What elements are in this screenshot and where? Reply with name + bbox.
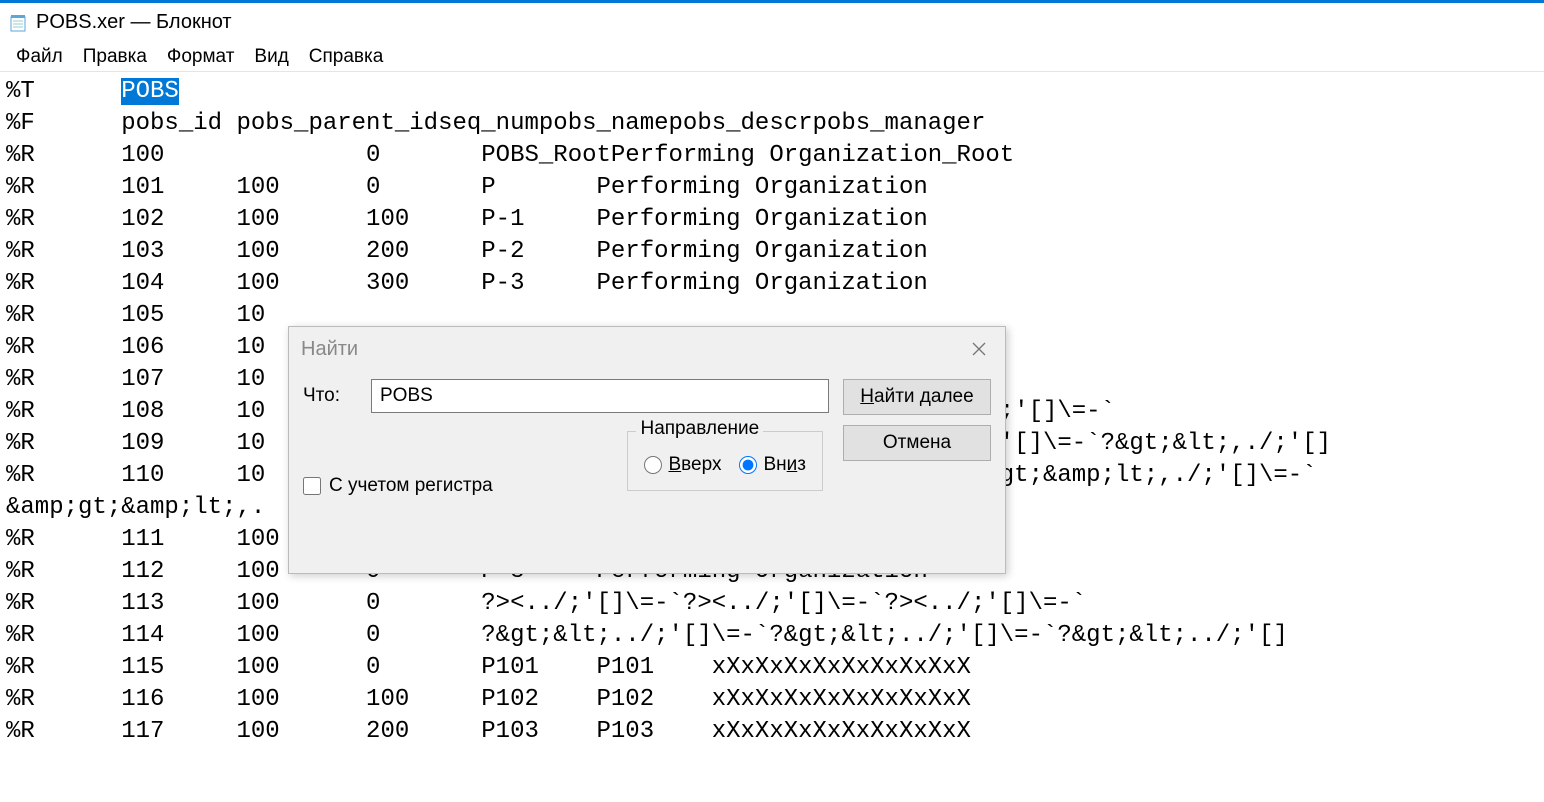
find-dir-down[interactable]: Вниз	[739, 454, 806, 476]
menu-help[interactable]: Справка	[299, 44, 394, 70]
menu-format[interactable]: Формат	[157, 44, 245, 70]
find-next-button[interactable]: Найти далее	[843, 379, 991, 415]
find-direction-label: Направление	[636, 418, 763, 440]
find-dialog-title: Найти	[301, 338, 358, 361]
menu-file[interactable]: Файл	[6, 44, 73, 70]
editor-line: %R 114 100 0 ?&gt;&lt;../;'[]\=-`?&gt;&l…	[6, 620, 1538, 652]
notepad-icon	[8, 13, 28, 33]
find-case-checkbox[interactable]: С учетом регистра	[303, 475, 493, 497]
titlebar: POBS.xer — Блокнот	[0, 0, 1544, 42]
editor-line: %R 117 100 200 P103 P103 xXxXxXxXxXxXxXx…	[6, 716, 1538, 748]
find-what-input[interactable]	[371, 379, 829, 413]
close-icon[interactable]	[965, 335, 993, 363]
find-direction-group: Направление Вверх Вниз	[627, 431, 823, 491]
find-dialog: Найти Что: С учетом регистра Направление	[288, 326, 1006, 574]
find-cancel-button[interactable]: Отмена	[843, 425, 991, 461]
menu-edit[interactable]: Правка	[73, 44, 157, 70]
editor-line: %R 116 100 100 P102 P102 xXxXxXxXxXxXxXx…	[6, 684, 1538, 716]
editor-line: %R 115 100 0 P101 P101 xXxXxXxXxXxXxXxXx…	[6, 652, 1538, 684]
find-dir-down-radio[interactable]	[739, 456, 757, 474]
editor-line: %F pobs_id pobs_parent_idseq_numpobs_nam…	[6, 108, 1538, 140]
find-dir-up[interactable]: Вверх	[644, 454, 721, 476]
editor-line: %R 113 100 0 ?><../;'[]\=-`?><../;'[]\=-…	[6, 588, 1538, 620]
selection: POBS	[121, 78, 179, 105]
find-dir-up-radio[interactable]	[644, 456, 662, 474]
menubar: Файл Правка Формат Вид Справка	[0, 42, 1544, 72]
editor-line: %R 101 100 0 P Performing Organization	[6, 172, 1538, 204]
editor-line: %R 102 100 100 P-1 Performing Organizati…	[6, 204, 1538, 236]
window-title: POBS.xer — Блокнот	[36, 11, 232, 34]
editor-line: %R 104 100 300 P-3 Performing Organizati…	[6, 268, 1538, 300]
editor-line: %R 100 0 POBS_RootPerforming Organizatio…	[6, 140, 1538, 172]
find-case-input[interactable]	[303, 477, 321, 495]
editor-line: %R 103 100 200 P-2 Performing Organizati…	[6, 236, 1538, 268]
find-what-label: Что:	[303, 385, 359, 407]
find-dialog-titlebar: Найти	[289, 327, 1005, 371]
editor-line: %T POBS	[6, 76, 1538, 108]
menu-view[interactable]: Вид	[244, 44, 298, 70]
find-case-label: С учетом регистра	[329, 475, 493, 497]
